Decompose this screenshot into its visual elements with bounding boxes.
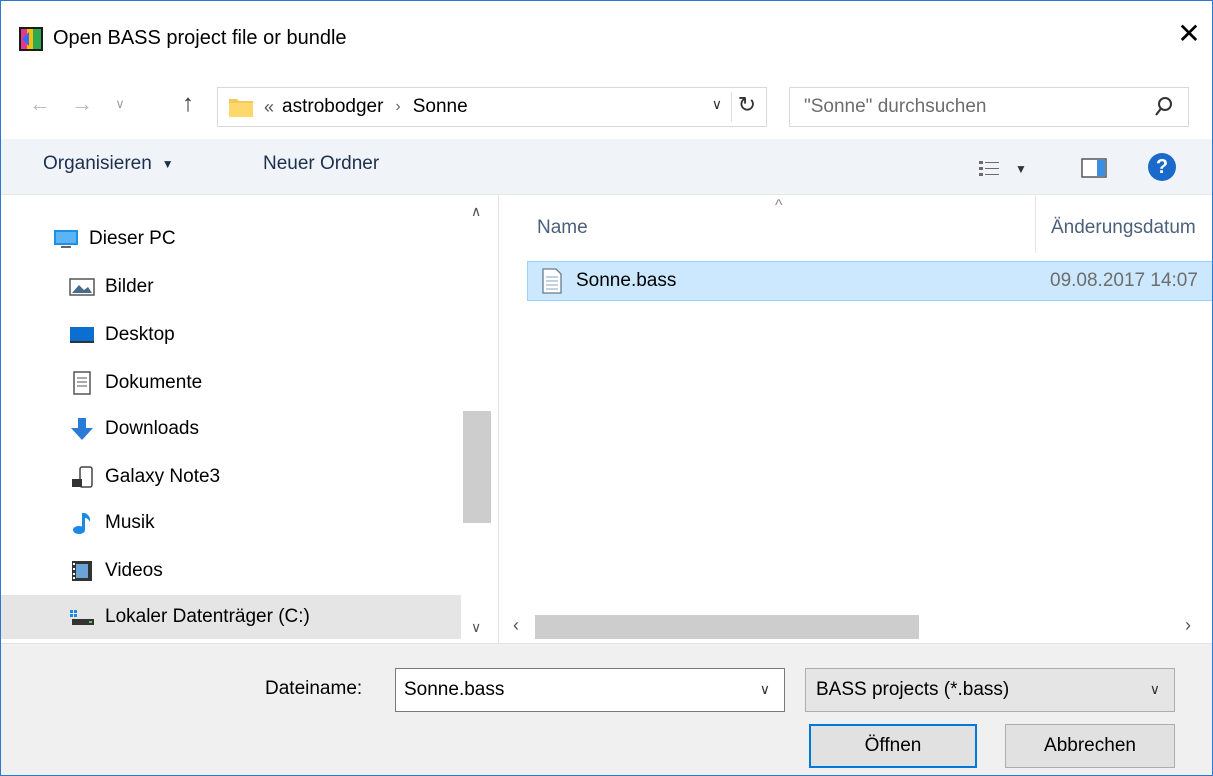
dialog-footer: Dateiname: ∨ BASS projects (*.bass) ∨ Öf… <box>1 643 1212 775</box>
chevron-down-icon[interactable]: ∨ <box>760 681 770 698</box>
sidebar-item-dieser-pc[interactable]: Dieser PC <box>53 217 176 261</box>
sidebar-item-dokumente[interactable]: Dokumente <box>69 361 202 405</box>
help-button[interactable]: ? <box>1148 153 1176 181</box>
filetype-select[interactable]: BASS projects (*.bass) ∨ <box>805 668 1175 712</box>
videos-icon <box>72 561 92 581</box>
breadcrumb-overflow[interactable]: « <box>264 97 274 118</box>
phone-icon <box>72 466 93 488</box>
scroll-down-icon[interactable]: ∨ <box>471 619 481 636</box>
title-bar: Open BASS project file or bundle ✕ <box>1 1 1212 81</box>
sidebar-item-label: Musik <box>105 512 155 533</box>
file-list-horizontal-scrollbar[interactable]: ‹ › <box>499 611 1212 643</box>
open-button[interactable]: Öffnen <box>809 724 977 768</box>
file-icon <box>542 268 562 294</box>
sidebar-item-videos[interactable]: Videos <box>69 549 163 593</box>
view-options-button[interactable]: ▼ <box>979 157 1043 181</box>
filename-combobox[interactable]: ∨ <box>395 668 785 712</box>
sidebar-item-label: Galaxy Note3 <box>105 466 221 487</box>
open-file-dialog: Open BASS project file or bundle ✕ ← → ∨… <box>0 0 1213 776</box>
downloads-icon <box>71 418 93 440</box>
scrollbar-thumb[interactable] <box>535 615 919 639</box>
drive-icon <box>70 610 94 625</box>
navigation-pane-scrollbar[interactable]: ∧ ∨ <box>461 195 493 643</box>
music-icon <box>73 513 91 534</box>
sidebar-item-label: Dokumente <box>105 372 203 393</box>
file-row[interactable]: Sonne.bass 09.08.2017 14:07 <box>527 261 1212 301</box>
column-header-row: Name ^ Änderungsdatum <box>499 195 1212 253</box>
pictures-icon <box>69 278 95 296</box>
sidebar-item-label: Downloads <box>105 418 199 439</box>
chevron-down-icon: ∨ <box>115 96 125 111</box>
scroll-left-icon[interactable]: ‹ <box>513 615 519 636</box>
filetype-value: BASS projects (*.bass) <box>816 679 1010 700</box>
search-box[interactable] <box>789 87 1189 127</box>
folder-icon <box>229 99 253 117</box>
command-bar: Organisieren ▼ Neuer Ordner ▼ ? <box>1 139 1212 195</box>
chevron-down-icon: ∨ <box>1149 681 1160 697</box>
app-icon <box>19 27 43 51</box>
filename-input[interactable] <box>396 669 736 711</box>
sidebar-item-bilder[interactable]: Bilder <box>69 265 154 309</box>
arrow-left-icon: ← <box>29 91 51 116</box>
scroll-up-icon[interactable]: ∧ <box>471 203 481 220</box>
sidebar-item-musik[interactable]: Musik <box>69 501 155 545</box>
column-divider[interactable] <box>1035 195 1036 253</box>
sidebar-item-label: Videos <box>105 560 163 581</box>
breadcrumb-item-astrobodger[interactable]: astrobodger <box>282 96 383 118</box>
organize-label: Organisieren <box>43 153 152 174</box>
back-button[interactable]: ← <box>25 87 55 121</box>
file-name: Sonne.bass <box>576 270 677 291</box>
sidebar-item-label: Desktop <box>105 324 175 345</box>
help-icon: ? <box>1155 155 1169 178</box>
up-button[interactable]: ↑ <box>173 87 203 121</box>
sidebar-item-local-disk-c[interactable]: Lokaler Datenträger (C:) <box>1 595 461 639</box>
scrollbar-thumb[interactable] <box>463 411 491 523</box>
view-details-icon <box>979 161 999 176</box>
column-header-modified[interactable]: Änderungsdatum <box>1051 217 1196 239</box>
file-modified-date: 09.08.2017 14:07 <box>1050 270 1198 291</box>
arrow-right-icon: → <box>71 91 93 116</box>
desktop-icon <box>70 327 94 343</box>
breadcrumb-item-sonne[interactable]: Sonne <box>413 96 468 118</box>
sidebar-item-label: Dieser PC <box>89 228 176 249</box>
close-icon: ✕ <box>1177 17 1201 49</box>
preview-pane-icon[interactable] <box>1081 157 1107 179</box>
sidebar-item-label: Bilder <box>105 276 154 297</box>
search-input[interactable] <box>790 88 1130 126</box>
forward-button[interactable]: → <box>67 87 97 121</box>
navigation-pane: Dieser PC Bilder Desktop Dokumente Downl… <box>1 195 499 643</box>
address-divider <box>731 92 732 122</box>
window-title: Open BASS project file or bundle <box>53 27 347 49</box>
recent-locations-button[interactable]: ∨ <box>109 87 131 121</box>
close-button[interactable]: ✕ <box>1166 11 1212 55</box>
cancel-button[interactable]: Abbrechen <box>1005 724 1175 768</box>
sidebar-item-galaxy-note3[interactable]: Galaxy Note3 <box>69 455 220 499</box>
sidebar-item-label: Lokaler Datenträger (C:) <box>105 606 310 627</box>
search-icon[interactable] <box>1154 96 1174 118</box>
column-header-name[interactable]: Name <box>537 217 588 239</box>
address-bar[interactable]: « astrobodger › Sonne ∨ ↻ <box>217 87 767 127</box>
computer-icon <box>54 230 78 248</box>
breadcrumb-separator[interactable]: › <box>395 98 400 116</box>
sidebar-item-downloads[interactable]: Downloads <box>69 407 199 451</box>
navigation-bar: ← → ∨ ↑ « astrobodger › Sonne ∨ ↻ <box>1 79 1212 131</box>
arrow-up-icon: ↑ <box>182 90 194 117</box>
scroll-right-icon[interactable]: › <box>1185 615 1191 636</box>
documents-icon <box>73 371 91 395</box>
organize-button[interactable]: Organisieren ▼ <box>43 153 174 175</box>
filename-label: Dateiname: <box>265 678 363 699</box>
address-dropdown-icon[interactable]: ∨ <box>712 96 722 113</box>
caret-down-icon: ▼ <box>161 157 174 171</box>
new-folder-button[interactable]: Neuer Ordner <box>263 153 379 175</box>
sort-ascending-icon: ^ <box>775 197 783 214</box>
refresh-icon[interactable]: ↻ <box>738 92 756 118</box>
file-list-pane: Name ^ Änderungsdatum Sonne.bass 09.08.2… <box>499 195 1212 643</box>
sidebar-item-desktop[interactable]: Desktop <box>69 313 175 357</box>
caret-down-icon: ▼ <box>1015 162 1027 176</box>
